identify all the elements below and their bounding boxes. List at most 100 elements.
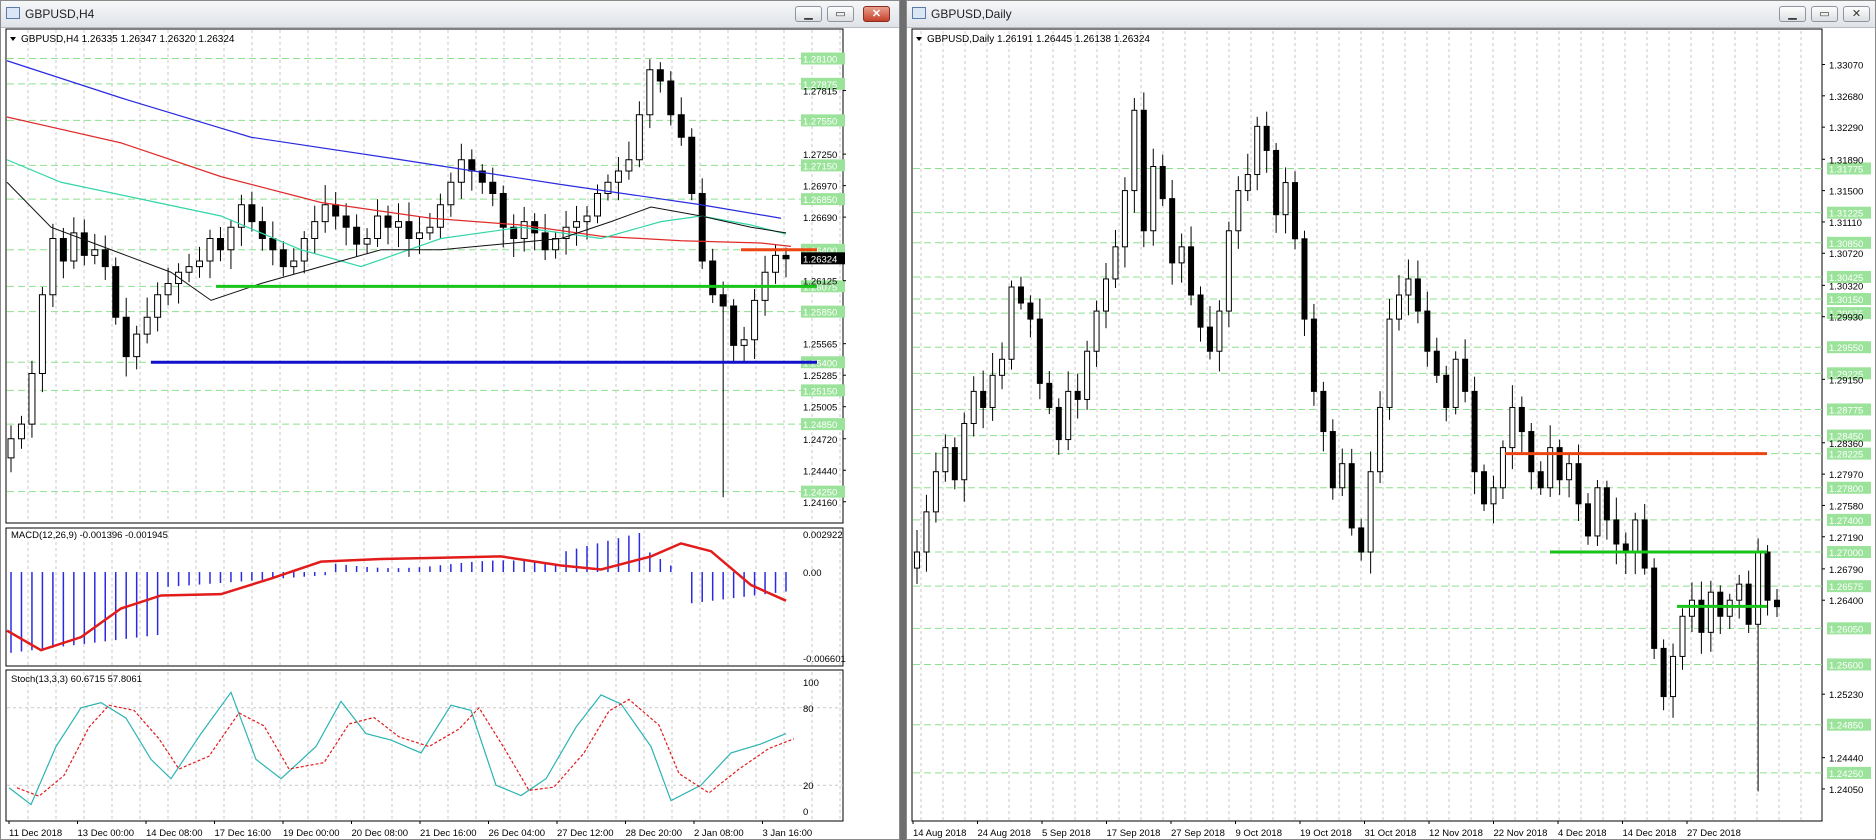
level-price-label: 1.27400 [1829,516,1863,527]
price-scale-label: 1.27970 [1829,470,1863,481]
candle-body [1405,278,1412,296]
time-axis-label: 27 Dec 12:00 [557,828,614,839]
chart-header-label: GBPUSD,Daily 1.26191 1.26445 1.26138 1.2… [927,34,1150,45]
h4-titlebar[interactable]: GBPUSD,H4 ▁ ▭ ✕ [1,1,899,28]
candle-body [1121,190,1128,248]
candle-body [1140,109,1147,232]
candle-body [311,221,319,239]
time-axis-label: 21 Dec 16:00 [420,828,477,839]
price-scale-label: 1.26970 [803,182,837,193]
candle-body [1254,125,1261,176]
candle-body [1036,318,1043,384]
candle-body [1443,374,1450,408]
chart-window-icon [6,7,20,19]
h4-chart-window[interactable]: GBPUSD,H4 ▁ ▭ ✕ 1.28100 1.27875 1.27550 1.2… [0,0,900,840]
level-price-label: 1.24850 [1829,721,1863,732]
candle-body [1169,198,1176,264]
candle-body [1651,567,1658,649]
candle-body [1244,174,1251,192]
candle-body [457,159,465,183]
candle-body [1688,599,1695,617]
time-axis-label: 3 Jan 16:00 [763,828,813,839]
price-scale-label: 1.25565 [803,340,837,351]
candle-body [436,204,444,228]
window-title: GBPUSD,Daily [931,7,1012,21]
candle-body [7,438,15,459]
price-scale-label: 1.24440 [803,466,837,477]
candle-body [1537,471,1544,489]
candle-body [279,249,287,268]
level-price-label: 1.25150 [803,386,837,397]
candle-body [1046,382,1053,408]
candle-body [384,215,392,228]
level-price-label: 1.27150 [803,161,837,172]
candle-body [951,447,958,481]
daily-chart-window[interactable]: GBPUSD,Daily ▁ ▭ ✕ 1.31775 1.31225 1.30850… [906,0,1876,840]
candle-body [415,232,423,239]
candle-body [112,266,120,318]
candle-body [1074,390,1081,400]
candle-body [552,238,560,251]
candle-body [1065,390,1072,441]
time-axis-label: 19 Oct 2018 [1300,828,1352,839]
maximize-button[interactable]: ▭ [1811,6,1838,22]
candle-body [1764,551,1771,601]
time-axis-label: 14 Aug 2018 [913,828,966,839]
time-axis-label: 12 Nov 2018 [1429,828,1483,839]
candle-body [1084,350,1091,400]
time-axis-label: 19 Dec 00:00 [283,828,340,839]
candle-body [593,193,601,217]
candle-body [342,215,350,228]
stoch-scale-label: 0 [803,807,808,818]
main-pane-frame [5,28,844,524]
daily-titlebar[interactable]: GBPUSD,Daily ▁ ▭ ✕ [907,1,1875,28]
time-axis-label: 17 Dec 16:00 [215,828,272,839]
time-axis-label: 4 Dec 2018 [1558,828,1607,839]
candle-body [1774,599,1780,608]
time-axis-label: 17 Sep 2018 [1107,828,1161,839]
minimize-button[interactable]: ▁ [1779,6,1806,22]
close-button[interactable]: ✕ [1843,6,1870,22]
price-scale-label: 1.26400 [1829,596,1863,607]
candle-body [499,193,507,228]
candle-body [1367,471,1374,553]
candle-body [321,204,329,223]
macd-label: MACD(12,26,9) -0.001396 -0.001945 [11,530,168,541]
maximize-button[interactable]: ▭ [827,6,854,22]
price-scale-label: 1.29930 [1829,313,1863,324]
candle-body [248,204,256,223]
dropdown-triangle-icon [10,37,16,41]
price-scale-label: 1.24720 [803,435,837,446]
candle-body [751,299,759,341]
stoch-label: Stoch(13,3,3) 60.6715 57.8061 [11,674,142,685]
candle-body [1216,310,1223,352]
candle-body [709,260,717,296]
candle-body [1377,406,1384,473]
daily-chart-area[interactable]: 1.317751.312251.308501.304251.301501.299… [907,28,1875,840]
level-price-label: 1.24250 [1829,769,1863,780]
h4-chart-area[interactable]: 1.281001.278751.275501.271501.268501.264… [1,28,899,840]
time-axis-label: 22 Nov 2018 [1494,828,1548,839]
price-scale-label: 1.25005 [803,403,837,414]
candle-body [1395,294,1402,320]
candle-body [164,283,172,296]
level-price-label: 1.25600 [1829,660,1863,671]
time-axis-label: 28 Dec 20:00 [626,828,683,839]
candle-body [1462,358,1469,392]
candle-body [185,266,193,273]
candle-body [91,249,99,256]
time-axis-label: 5 Sep 2018 [1042,828,1091,839]
price-scale-label: 1.32290 [1829,123,1863,134]
candle-body [353,226,361,245]
candle-body [374,215,382,239]
candle-body [28,373,36,425]
price-scale-label: 1.31110 [1829,218,1862,229]
price-scale-label: 1.30720 [1829,249,1863,260]
minimize-button[interactable]: ▁ [795,6,822,22]
candle-body [216,238,224,251]
level-price-label: 1.26050 [1829,624,1863,635]
candle-body [363,238,371,245]
close-button[interactable]: ✕ [863,6,890,22]
stoch-pane-frame [5,669,844,822]
candle-body [38,294,46,374]
